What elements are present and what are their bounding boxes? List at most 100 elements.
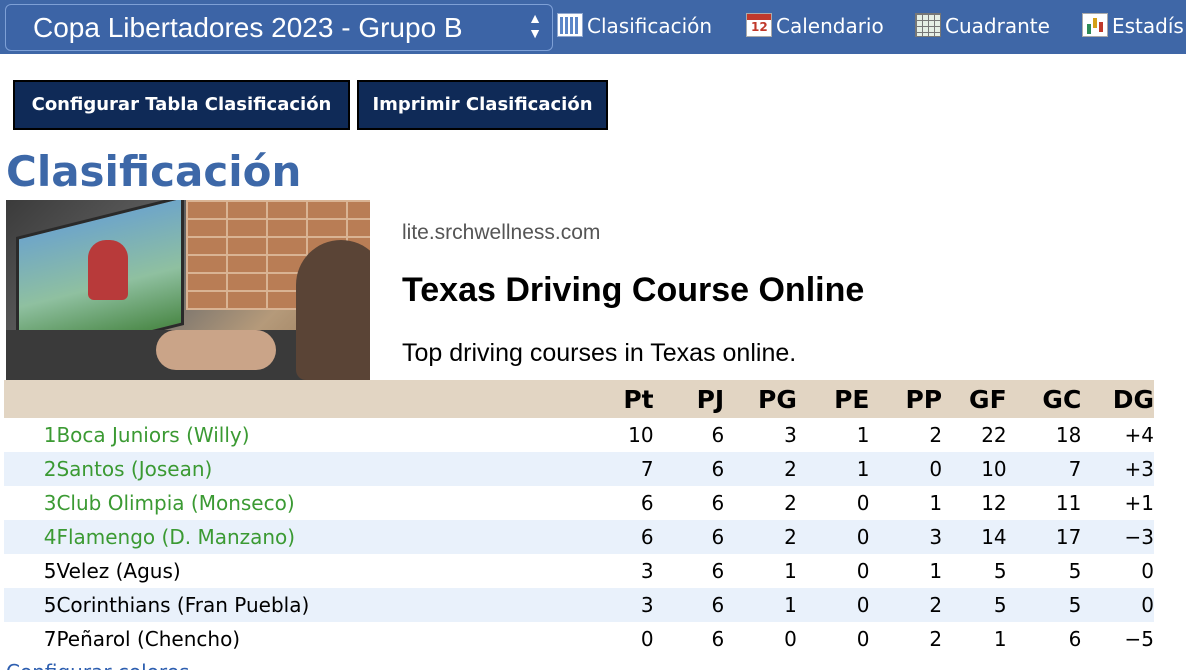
row-dg: +4 <box>1124 423 1154 447</box>
table-row: 4 Flamengo (D. Manzano) 6 6 2 0 3 14 17 −3 <box>4 520 1154 554</box>
table-row: 3 Club Olimpia (Monseco) 6 6 2 0 1 12 11 +1 <box>4 486 1154 520</box>
row-gc: 17 <box>1055 525 1082 549</box>
row-pj: 6 <box>711 491 725 515</box>
row-pt: 0 <box>640 627 654 651</box>
nav-clasificacion[interactable]: Clasificación <box>557 8 712 44</box>
row-dg: +1 <box>1124 491 1154 515</box>
row-gc: 11 <box>1055 491 1082 515</box>
row-pj: 6 <box>711 559 725 583</box>
row-team-name[interactable]: Flamengo (D. Manzano) <box>56 520 607 554</box>
grid-icon <box>915 13 941 37</box>
row-position: 5 <box>43 593 57 617</box>
nav-calendario[interactable]: Calendario <box>746 8 884 44</box>
row-pt: 3 <box>640 593 654 617</box>
row-team-name[interactable]: Velez (Agus) <box>56 554 607 588</box>
row-dg: −5 <box>1124 627 1154 651</box>
row-gf: 14 <box>981 525 1007 549</box>
row-pp: 2 <box>929 593 943 617</box>
row-pg: 2 <box>784 457 797 481</box>
header-gf[interactable]: GF <box>942 380 1007 418</box>
row-pe: 0 <box>856 627 870 651</box>
row-gf: 12 <box>981 491 1007 515</box>
row-pp: 2 <box>929 627 943 651</box>
header-pos <box>4 380 56 418</box>
nav-clasificacion-label: Clasificación <box>587 14 713 38</box>
row-pj: 6 <box>711 457 725 481</box>
ad-domain[interactable]: lite.srchwellness.com <box>402 219 600 247</box>
row-gf: 5 <box>993 559 1007 583</box>
row-team-name[interactable]: Corinthians (Fran Puebla) <box>56 588 607 622</box>
ad-image-user <box>296 240 370 380</box>
row-gf: 10 <box>981 457 1007 481</box>
row-position: 3 <box>43 491 57 515</box>
row-team-name[interactable]: Club Olimpia (Monseco) <box>56 486 607 520</box>
row-pt: 3 <box>640 559 654 583</box>
table-row: 5 Velez (Agus) 3 6 1 0 1 5 5 0 <box>4 554 1154 588</box>
calendar-icon <box>746 13 772 37</box>
row-pg: 3 <box>784 423 797 447</box>
row-gc: 5 <box>1068 593 1082 617</box>
row-position: 7 <box>43 627 57 651</box>
row-pp: 0 <box>929 457 943 481</box>
ad-image-instructor <box>88 240 128 300</box>
ad-image[interactable] <box>6 200 370 380</box>
nav-estadisticas-label: Estadís <box>1112 14 1184 38</box>
row-pe: 0 <box>856 593 870 617</box>
standings-body: 1 Boca Juniors (Willy) 10 6 3 1 2 22 18 +4 2 Santos… <box>4 418 1154 656</box>
select-arrows-icon: ▲ ▼ <box>528 10 542 41</box>
row-gf: 5 <box>993 593 1007 617</box>
top-navigation-bar: Copa Libertadores 2023 - Grupo B ▲ ▼ Clas… <box>0 0 1186 54</box>
row-pg: 1 <box>784 593 797 617</box>
nav-estadisticas[interactable]: Estadís <box>1082 8 1184 44</box>
calendar-grid-icon <box>557 13 583 37</box>
row-pe: 0 <box>856 559 870 583</box>
row-pt: 6 <box>640 525 654 549</box>
row-dg: 0 <box>1141 559 1154 583</box>
row-pe: 0 <box>856 491 870 515</box>
table-row: 5 Corinthians (Fran Puebla) 3 6 1 0 2 5 5 0 <box>4 588 1154 622</box>
row-gc: 18 <box>1055 423 1082 447</box>
row-gc: 6 <box>1068 627 1082 651</box>
row-pt: 6 <box>640 491 654 515</box>
row-dg: −3 <box>1124 525 1154 549</box>
row-pj: 6 <box>711 423 725 447</box>
row-pp: 3 <box>929 525 943 549</box>
header-pg[interactable]: PG <box>724 380 797 418</box>
row-team-name[interactable]: Santos (Josean) <box>56 452 607 486</box>
header-pp[interactable]: PP <box>869 380 942 418</box>
header-dg[interactable]: DG <box>1081 380 1154 418</box>
row-gc: 7 <box>1068 457 1082 481</box>
table-row: 1 Boca Juniors (Willy) 10 6 3 1 2 22 18 +4 <box>4 418 1154 452</box>
row-dg: +3 <box>1124 457 1154 481</box>
table-header-row: Pt PJ PG PE PP GF GC DG <box>4 380 1154 418</box>
row-position: 1 <box>43 423 57 447</box>
header-gc[interactable]: GC <box>1007 380 1081 418</box>
row-pj: 6 <box>711 525 725 549</box>
row-pg: 1 <box>784 559 797 583</box>
row-dg: 0 <box>1141 593 1154 617</box>
row-position: 5 <box>43 559 57 583</box>
row-pj: 6 <box>711 627 725 651</box>
header-team <box>56 380 607 418</box>
row-pt: 10 <box>628 423 654 447</box>
header-pt[interactable]: Pt <box>607 380 653 418</box>
league-select[interactable]: Copa Libertadores 2023 - Grupo B ▲ ▼ <box>5 4 553 51</box>
nav-cuadrante-label: Cuadrante <box>945 14 1050 38</box>
header-pe[interactable]: PE <box>797 380 869 418</box>
row-position: 2 <box>43 457 57 481</box>
row-team-name[interactable]: Boca Juniors (Willy) <box>56 418 607 452</box>
nav-cuadrante[interactable]: Cuadrante <box>915 8 1050 44</box>
ad-title[interactable]: Texas Driving Course Online <box>402 268 864 312</box>
row-pt: 7 <box>640 457 654 481</box>
standings-table: Pt PJ PG PE PP GF GC DG 1 Boca Juniors (W… <box>4 380 1154 656</box>
row-pe: 0 <box>856 525 870 549</box>
row-gf: 22 <box>981 423 1007 447</box>
league-select-value: Copa Libertadores 2023 - Grupo B <box>33 12 463 43</box>
table-row: 7 Peñarol (Chencho) 0 6 0 0 2 1 6 −5 <box>4 622 1154 656</box>
configure-table-button[interactable]: Configurar Tabla Clasificación <box>13 80 350 130</box>
print-standings-button[interactable]: Imprimir Clasificación <box>357 80 608 130</box>
row-team-name[interactable]: Peñarol (Chencho) <box>56 622 607 656</box>
header-pj[interactable]: PJ <box>654 380 725 418</box>
row-pe: 1 <box>856 423 870 447</box>
configure-colors-link[interactable]: Configurar colores <box>6 660 189 670</box>
